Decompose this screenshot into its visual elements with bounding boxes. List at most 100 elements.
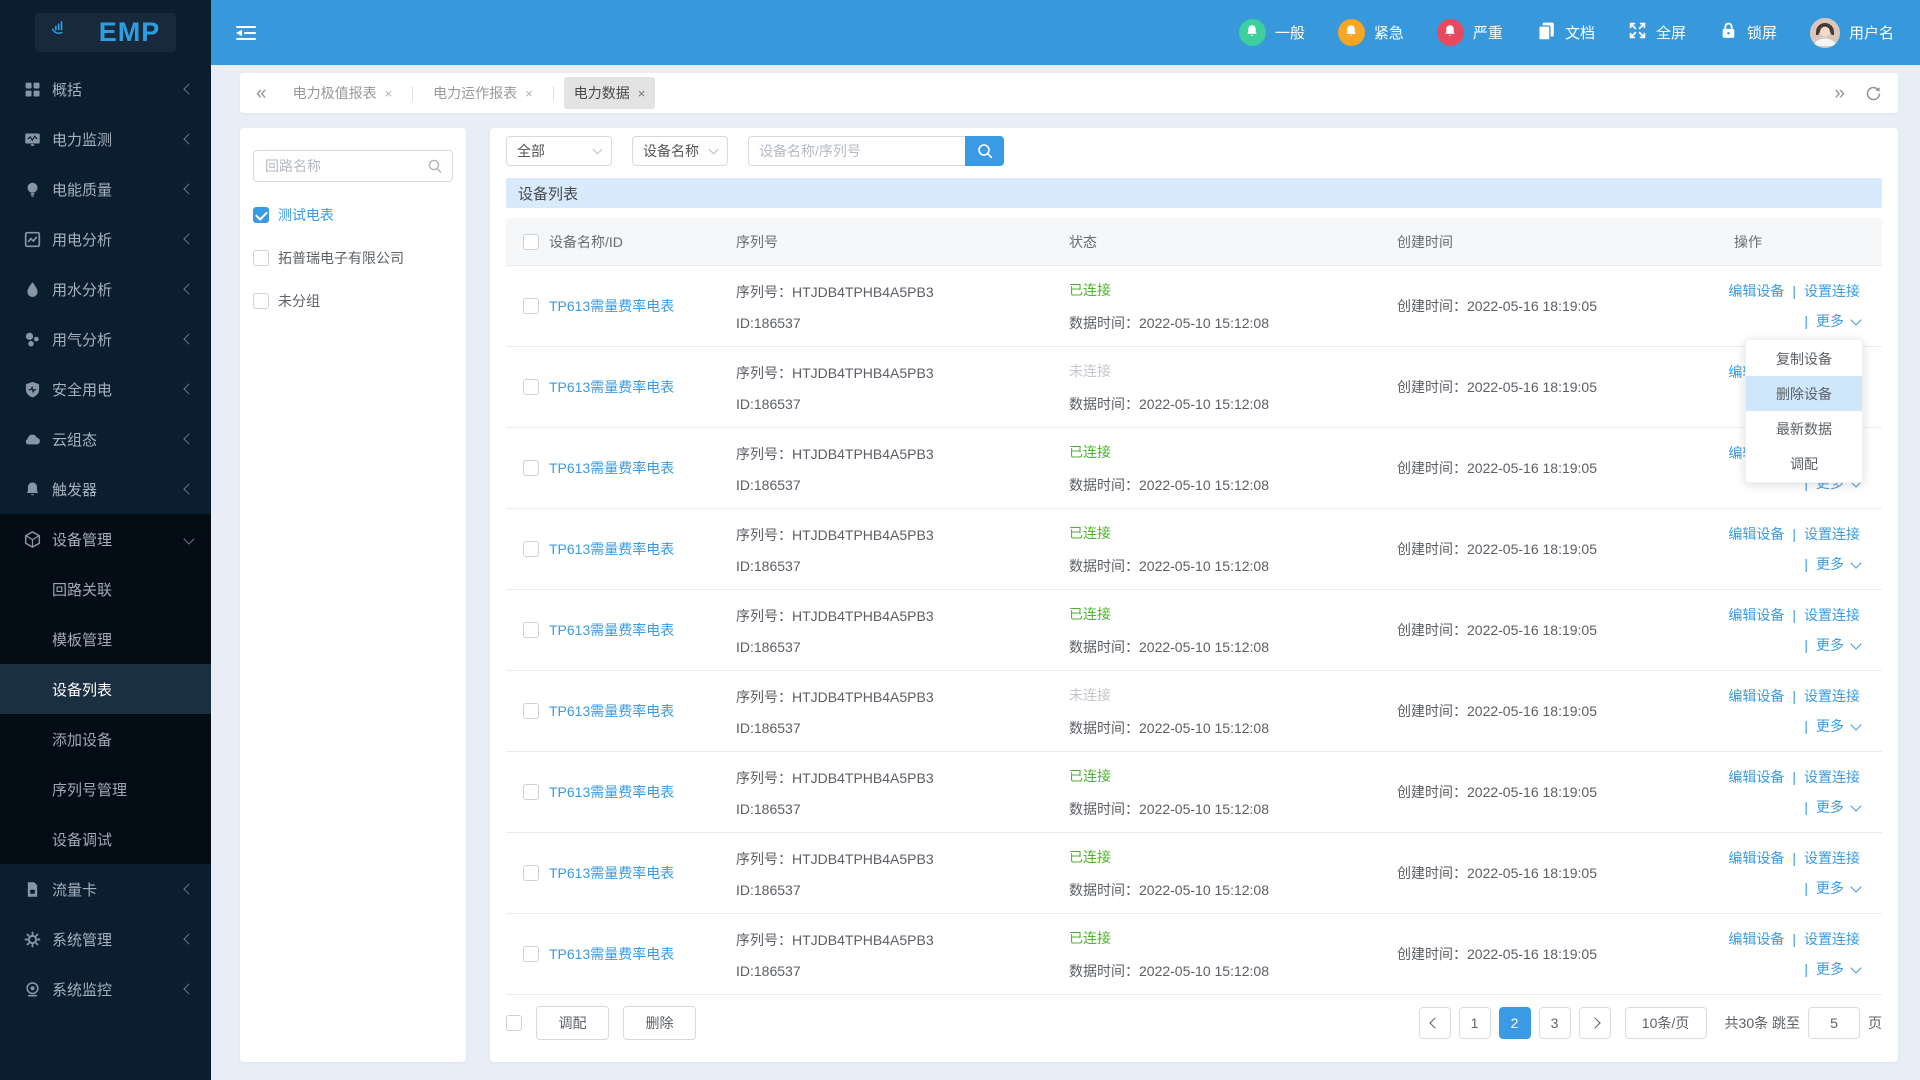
field-select[interactable]: 设备名称 — [632, 136, 728, 166]
row-checkbox[interactable] — [523, 460, 539, 476]
more-link[interactable]: 更多 — [1816, 635, 1844, 655]
tool-全屏[interactable]: 全屏 — [1628, 21, 1686, 44]
device-name-link[interactable]: TP613需量费率电表 — [549, 784, 674, 800]
sidebar-item-触发器[interactable]: 触发器 — [0, 464, 211, 514]
sidebar-item-设备管理[interactable]: 设备管理 — [0, 514, 211, 564]
more-link[interactable]: 更多 — [1816, 716, 1844, 736]
context-menu-item-最新数据[interactable]: 最新数据 — [1746, 411, 1862, 446]
row-checkbox[interactable] — [523, 946, 539, 962]
page-2[interactable]: 2 — [1498, 1007, 1531, 1039]
sidebar-subitem-序列号管理[interactable]: 序列号管理 — [0, 764, 211, 814]
group-item-测试电表[interactable]: 测试电表 — [253, 205, 453, 225]
page-size-select[interactable]: 10条/页 — [1624, 1007, 1707, 1039]
search-icon[interactable] — [427, 158, 443, 174]
alarm-严重[interactable]: 严重 — [1436, 19, 1503, 46]
sidebar-subitem-设备调试[interactable]: 设备调试 — [0, 814, 211, 864]
chevron-down-icon[interactable] — [1850, 313, 1862, 326]
more-link[interactable]: 更多 — [1816, 959, 1844, 979]
set-connection-link[interactable]: 设置连接 — [1804, 281, 1860, 301]
group-checkbox[interactable] — [253, 293, 269, 309]
device-search-input[interactable] — [748, 136, 965, 166]
row-checkbox[interactable] — [523, 622, 539, 638]
device-name-link[interactable]: TP613需量费率电表 — [549, 541, 674, 557]
sidebar-item-云组态[interactable]: 云组态 — [0, 414, 211, 464]
sidebar-item-概括[interactable]: 概括 — [0, 64, 211, 114]
alarm-一般[interactable]: 一般 — [1238, 19, 1305, 46]
device-name-link[interactable]: TP613需量费率电表 — [549, 460, 674, 476]
edit-device-link[interactable]: 编辑设备 — [1728, 605, 1784, 625]
edit-device-link[interactable]: 编辑设备 — [1728, 767, 1784, 787]
page-3[interactable]: 3 — [1538, 1007, 1571, 1039]
row-checkbox[interactable] — [523, 379, 539, 395]
chevron-down-icon[interactable] — [1850, 799, 1862, 812]
sidebar-subitem-设备列表[interactable]: 设备列表 — [0, 664, 211, 714]
alarm-紧急[interactable]: 紧急 — [1337, 19, 1404, 46]
sidebar-item-电力监测[interactable]: 电力监测 — [0, 114, 211, 164]
device-name-link[interactable]: TP613需量费率电表 — [549, 298, 674, 314]
tab-电力数据[interactable]: 电力数据 × — [563, 77, 656, 109]
group-item-拓普瑞电子有限公司[interactable]: 拓普瑞电子有限公司 — [253, 248, 453, 268]
edit-device-link[interactable]: 编辑设备 — [1728, 929, 1784, 949]
tab-close-icon[interactable]: × — [525, 87, 533, 100]
collapse-menu-icon[interactable] — [235, 25, 257, 41]
bulk-button-调配[interactable]: 调配 — [536, 1006, 609, 1040]
sidebar-item-用气分析[interactable]: 用气分析 — [0, 314, 211, 364]
sidebar-item-安全用电[interactable]: 安全用电 — [0, 364, 211, 414]
device-name-link[interactable]: TP613需量费率电表 — [549, 865, 674, 881]
edit-device-link[interactable]: 编辑设备 — [1728, 848, 1784, 868]
set-connection-link[interactable]: 设置连接 — [1804, 848, 1860, 868]
set-connection-link[interactable]: 设置连接 — [1804, 929, 1860, 949]
sidebar-subitem-模板管理[interactable]: 模板管理 — [0, 614, 211, 664]
sidebar-subitem-回路关联[interactable]: 回路关联 — [0, 564, 211, 614]
tab-close-icon[interactable]: × — [385, 87, 393, 100]
tab-电力极值报表[interactable]: 电力极值报表 × — [283, 77, 403, 109]
chevron-down-icon[interactable] — [1850, 718, 1862, 731]
device-name-link[interactable]: TP613需量费率电表 — [549, 622, 674, 638]
sidebar-subitem-添加设备[interactable]: 添加设备 — [0, 714, 211, 764]
page-1[interactable]: 1 — [1458, 1007, 1491, 1039]
chevron-down-icon[interactable] — [1850, 556, 1862, 569]
group-checkbox[interactable] — [253, 207, 269, 223]
set-connection-link[interactable]: 设置连接 — [1804, 767, 1860, 787]
sidebar-item-系统监控[interactable]: 系统监控 — [0, 964, 211, 1014]
bulk-button-删除[interactable]: 删除 — [623, 1006, 696, 1040]
refresh-icon[interactable] — [1865, 85, 1882, 102]
device-name-link[interactable]: TP613需量费率电表 — [549, 703, 674, 719]
sidebar-item-电能质量[interactable]: 电能质量 — [0, 164, 211, 214]
row-checkbox[interactable] — [523, 703, 539, 719]
tab-电力运作报表[interactable]: 电力运作报表 × — [423, 77, 543, 109]
chevron-down-icon[interactable] — [1850, 880, 1862, 893]
more-link[interactable]: 更多 — [1816, 311, 1844, 331]
set-connection-link[interactable]: 设置连接 — [1804, 524, 1860, 544]
edit-device-link[interactable]: 编辑设备 — [1728, 524, 1784, 544]
device-name-link[interactable]: TP613需量费率电表 — [549, 946, 674, 962]
user-menu[interactable]: 用户名 — [1809, 17, 1894, 48]
select-all-checkbox[interactable] — [523, 233, 539, 250]
chevron-down-icon[interactable] — [1850, 637, 1862, 650]
more-link[interactable]: 更多 — [1816, 554, 1844, 574]
more-link[interactable]: 更多 — [1816, 878, 1844, 898]
group-checkbox[interactable] — [253, 250, 269, 266]
circuit-search-input[interactable] — [263, 157, 427, 175]
tab-close-icon[interactable]: × — [638, 87, 646, 100]
page-next[interactable] — [1578, 1007, 1611, 1039]
set-connection-link[interactable]: 设置连接 — [1804, 686, 1860, 706]
row-checkbox[interactable] — [523, 784, 539, 800]
context-menu-item-调配[interactable]: 调配 — [1746, 446, 1862, 481]
category-select[interactable]: 全部 — [506, 136, 612, 166]
context-menu-item-删除设备[interactable]: 删除设备 — [1746, 376, 1862, 411]
sidebar-item-系统管理[interactable]: 系统管理 — [0, 914, 211, 964]
edit-device-link[interactable]: 编辑设备 — [1728, 281, 1784, 301]
jump-page-input[interactable] — [1808, 1007, 1860, 1039]
chevron-down-icon[interactable] — [1850, 961, 1862, 974]
row-checkbox[interactable] — [523, 541, 539, 557]
tool-锁屏[interactable]: 锁屏 — [1719, 21, 1777, 44]
device-name-link[interactable]: TP613需量费率电表 — [549, 379, 674, 395]
page-prev[interactable] — [1418, 1007, 1451, 1039]
sidebar-item-流量卡[interactable]: 流量卡 — [0, 864, 211, 914]
search-button[interactable] — [965, 136, 1004, 166]
tabs-scroll-right-icon[interactable]: » — [1834, 84, 1845, 103]
group-item-未分组[interactable]: 未分组 — [253, 291, 453, 311]
set-connection-link[interactable]: 设置连接 — [1804, 605, 1860, 625]
tabs-scroll-left-icon[interactable]: « — [256, 84, 267, 103]
